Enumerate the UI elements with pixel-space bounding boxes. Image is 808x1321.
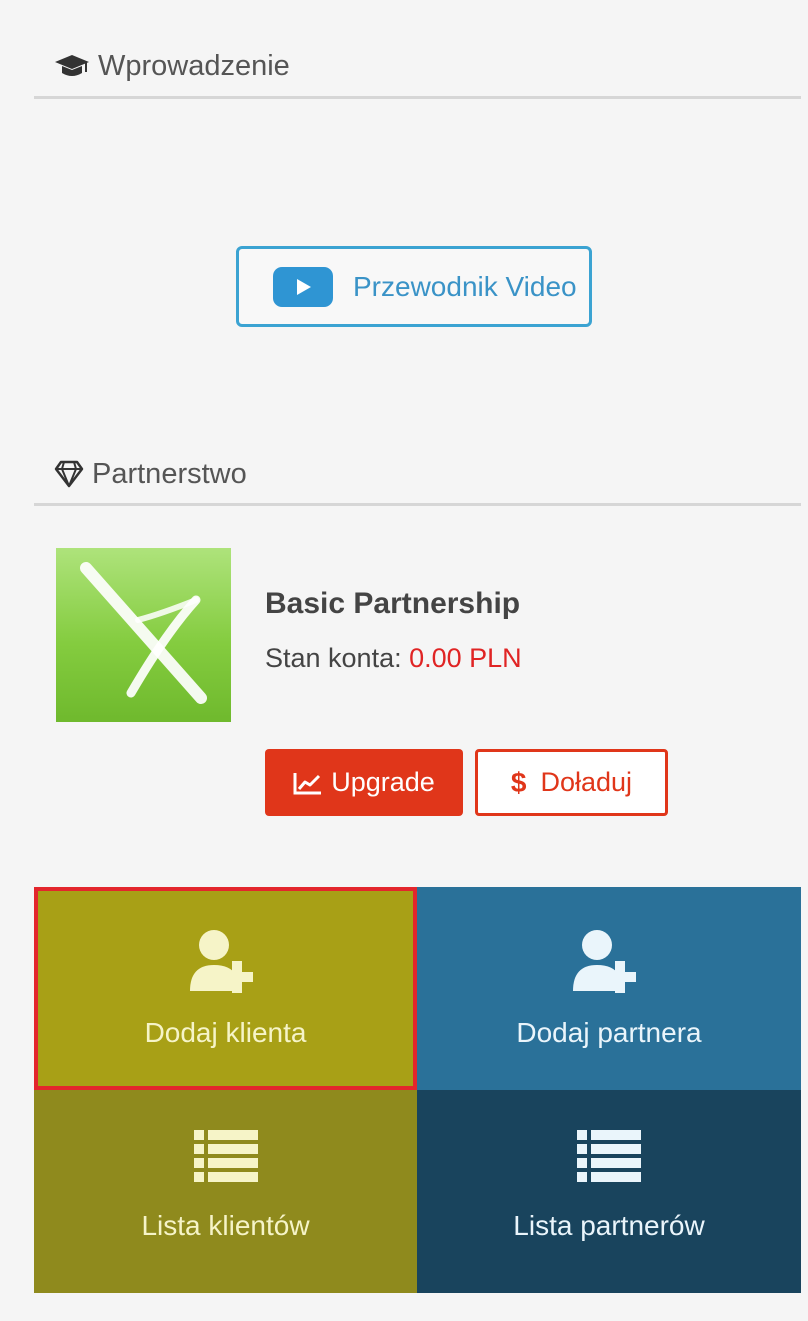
partner-list-tile[interactable]: Lista partnerów xyxy=(417,1090,801,1293)
plan-name: Basic Partnership xyxy=(265,587,521,620)
graduation-cap-icon xyxy=(54,53,90,79)
client-list-tile[interactable]: Lista klientów xyxy=(34,1090,417,1293)
add-user-icon xyxy=(569,927,649,999)
partnership-logo xyxy=(56,548,231,722)
add-partner-label: Dodaj partnera xyxy=(516,1017,702,1048)
dollar-icon: $ xyxy=(510,766,527,798)
partnership-section-header: Partnerstwo xyxy=(34,445,801,506)
intro-section-title: Wprowadzenie xyxy=(98,49,290,82)
add-client-tile[interactable]: Dodaj klienta xyxy=(34,887,417,1090)
top-up-button[interactable]: $ Doładuj xyxy=(475,749,668,816)
top-up-label: Doładuj xyxy=(540,767,633,797)
partner-list-label: Lista partnerów xyxy=(513,1210,705,1241)
diamond-icon xyxy=(54,460,84,488)
line-chart-icon xyxy=(293,771,323,795)
account-balance: Stan konta: 0.00 PLN xyxy=(265,643,522,674)
upgrade-button[interactable]: Upgrade xyxy=(265,749,463,816)
add-partner-tile[interactable]: Dodaj partnera xyxy=(417,887,801,1090)
list-icon xyxy=(577,1120,641,1192)
intro-section-header: Wprowadzenie xyxy=(34,36,801,99)
video-guide-label: Przewodnik Video xyxy=(353,270,577,302)
video-guide-button[interactable]: Przewodnik Video xyxy=(236,246,592,327)
balance-label: Stan konta: xyxy=(265,643,410,673)
partnership-section-title: Partnerstwo xyxy=(92,457,247,490)
add-user-icon xyxy=(186,927,266,999)
youtube-play-icon xyxy=(273,266,333,307)
client-list-label: Lista klientów xyxy=(141,1210,310,1241)
list-icon xyxy=(193,1120,258,1192)
add-client-label: Dodaj klienta xyxy=(144,1017,307,1048)
balance-value: 0.00 PLN xyxy=(409,643,522,673)
upgrade-label: Upgrade xyxy=(331,767,435,797)
